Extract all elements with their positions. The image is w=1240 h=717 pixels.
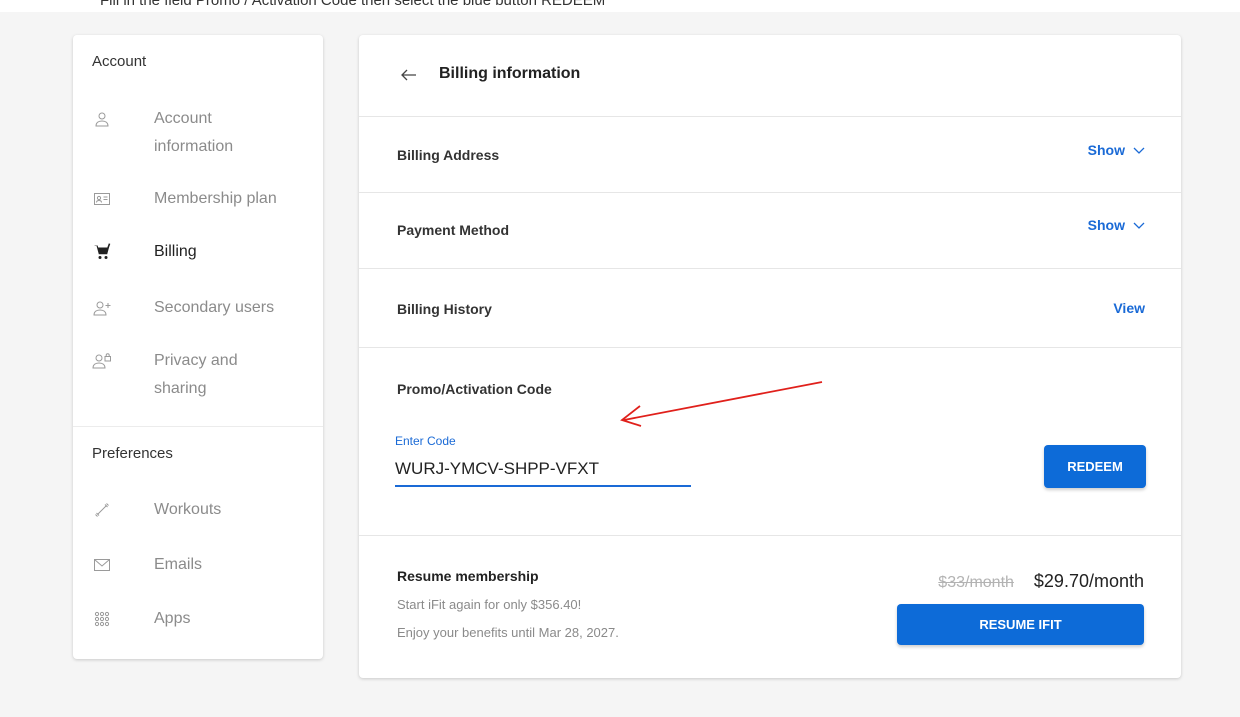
- grid-icon: [91, 608, 113, 630]
- resume-ifit-button[interactable]: RESUME IFIT: [897, 604, 1144, 645]
- sidebar-item-membership-plan[interactable]: Membership plan: [73, 185, 323, 225]
- old-price: $33/month: [938, 574, 1014, 591]
- price-row: $33/month $29.70/month: [938, 571, 1144, 592]
- section-divider: [359, 268, 1181, 269]
- resume-offer-text: Start iFit again for only $356.40!: [397, 597, 582, 612]
- sidebar-item-label: Workouts: [154, 501, 222, 518]
- promo-section-label: Promo/Activation Code: [397, 381, 552, 397]
- section-divider: [359, 192, 1181, 193]
- chevron-down-icon: [1133, 142, 1145, 158]
- sidebar-item-label: Account information: [154, 110, 234, 155]
- sidebar-item-account-information[interactable]: Account information: [73, 105, 323, 161]
- sidebar-item-privacy-and-sharing[interactable]: Privacy and sharing: [73, 347, 323, 403]
- account-heading: Account: [92, 53, 147, 70]
- payment-method-label: Payment Method: [397, 222, 510, 238]
- envelope-icon: [91, 554, 113, 576]
- sidebar-item-label: Secondary users: [154, 299, 275, 316]
- billing-address-label: Billing Address: [397, 147, 500, 163]
- resume-membership-title: Resume membership: [397, 568, 539, 584]
- new-price: $29.70/month: [1033, 571, 1144, 591]
- billing-history-label: Billing History: [397, 301, 492, 317]
- payment-method-show-button[interactable]: Show: [1088, 217, 1145, 233]
- user-lock-icon: [91, 350, 113, 372]
- sidebar-item-workouts[interactable]: Workouts: [73, 496, 323, 536]
- dumbbell-icon: [91, 499, 113, 521]
- sidebar-item-apps[interactable]: Apps: [73, 605, 323, 645]
- sidebar-item-label: Privacy and sharing: [154, 352, 238, 397]
- settings-sidebar: Account Account information Membership p…: [73, 35, 323, 659]
- sidebar-divider: [73, 426, 323, 427]
- section-divider: [359, 535, 1181, 536]
- user-icon: [91, 108, 113, 130]
- promo-field-label: Enter Code: [395, 434, 456, 448]
- sidebar-item-billing[interactable]: Billing: [73, 238, 323, 278]
- billing-panel: Billing information Billing Address Show…: [359, 35, 1181, 678]
- preferences-heading: Preferences: [92, 445, 173, 462]
- back-arrow-icon[interactable]: [399, 65, 419, 85]
- cart-icon: [91, 241, 113, 263]
- billing-history-view-link[interactable]: View: [1113, 300, 1145, 316]
- sidebar-item-secondary-users[interactable]: Secondary users: [73, 294, 323, 334]
- id-card-icon: [91, 188, 113, 210]
- sidebar-item-emails[interactable]: Emails: [73, 551, 323, 591]
- billing-address-show-button[interactable]: Show: [1088, 142, 1145, 158]
- sidebar-item-label: Billing: [154, 243, 197, 260]
- sidebar-item-label: Apps: [154, 610, 191, 627]
- show-label: Show: [1087, 142, 1125, 158]
- sidebar-item-label: Membership plan: [154, 190, 277, 207]
- show-label: Show: [1087, 217, 1125, 233]
- section-divider: [359, 347, 1181, 348]
- section-divider: [359, 116, 1181, 117]
- page-title: Billing information: [439, 65, 581, 82]
- add-user-icon: [91, 297, 113, 319]
- instruction-text: Fill in the field Promo / Activation Cod…: [100, 0, 606, 9]
- sidebar-item-label: Emails: [154, 556, 203, 573]
- chevron-down-icon: [1133, 217, 1145, 233]
- instruction-banner: Fill in the field Promo / Activation Cod…: [0, 0, 1240, 12]
- redeem-button[interactable]: REDEEM: [1044, 445, 1146, 488]
- promo-code-input[interactable]: [395, 453, 691, 487]
- resume-benefits-text: Enjoy your benefits until Mar 28, 2027.: [397, 625, 619, 640]
